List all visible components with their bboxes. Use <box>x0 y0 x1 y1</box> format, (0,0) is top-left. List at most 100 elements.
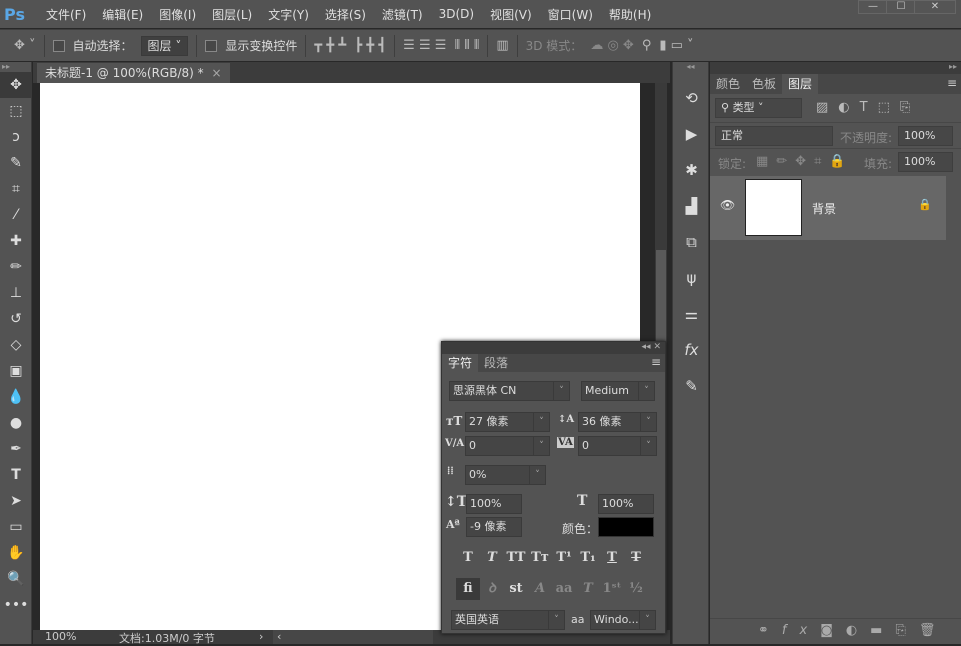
dodge-tool-icon[interactable]: ● <box>0 410 32 436</box>
tab-swatches[interactable]: 色板 <box>746 74 782 94</box>
adjustments-icon[interactable]: ⚌ <box>673 296 710 332</box>
minimize-button[interactable]: — <box>858 0 888 14</box>
menu-window[interactable]: 窗口(W) <box>540 6 601 23</box>
workspace-icon[interactable]: ▮ ▭ ˅ <box>659 38 693 53</box>
gradient-tool-icon[interactable]: ▣ <box>0 358 32 384</box>
pen-tool-icon[interactable]: ✒ <box>0 436 32 462</box>
strikethrough-button[interactable]: T <box>624 550 648 565</box>
rectangle-tool-icon[interactable]: ▭ <box>0 514 32 540</box>
ordinals-button[interactable]: 1ˢᵗ <box>600 581 624 596</box>
font-family-dropdown[interactable]: 思源黑体 CN˅ <box>449 381 570 401</box>
auto-select-checkbox[interactable] <box>53 40 65 52</box>
lock-options-icons[interactable]: ▦✏✥⌗🔒 <box>756 154 854 169</box>
brush-tool-icon[interactable]: ✏ <box>0 254 32 280</box>
mask-icon[interactable]: ◙ <box>820 623 846 638</box>
panel-menu-icon[interactable]: ≡ <box>947 76 957 90</box>
titling-alternates-button[interactable]: T <box>576 581 600 596</box>
styles-fx-icon[interactable]: fx <box>673 332 710 368</box>
all-caps-button[interactable]: TT <box>504 550 528 565</box>
underline-button[interactable]: T <box>600 550 624 565</box>
faux-italic-button[interactable]: T <box>480 550 504 565</box>
collapse-icon[interactable]: ▸▸ <box>0 62 31 72</box>
3d-icon[interactable]: ⧉ <box>673 224 710 260</box>
expand-icon[interactable]: ▸▸ <box>710 62 961 74</box>
color-swatch[interactable] <box>598 517 654 537</box>
tab-character[interactable]: 字符 <box>442 354 478 372</box>
link-icon[interactable]: ⚭ <box>758 623 782 638</box>
move-tool-icon[interactable]: ✥ <box>0 72 32 98</box>
ligatures-button[interactable]: fi <box>456 578 480 600</box>
histogram-icon[interactable]: ▟ <box>673 188 710 224</box>
more-tools-icon[interactable]: ••• <box>0 592 32 618</box>
kerning-input[interactable]: 0˅ <box>465 436 550 456</box>
menu-3d[interactable]: 3D(D) <box>431 7 482 21</box>
move-tool-icon[interactable]: ✥ ˅ <box>14 38 36 53</box>
panel-menu-icon[interactable]: ≡ <box>651 355 661 369</box>
eyedropper-tool-icon[interactable]: ⁄ <box>0 202 32 228</box>
menu-help[interactable]: 帮助(H) <box>601 6 659 23</box>
blur-tool-icon[interactable]: 💧 <box>0 384 32 410</box>
font-style-dropdown[interactable]: Medium˅ <box>581 381 655 401</box>
3d-controls-icon[interactable]: ☁ ◎ ✥ <box>590 38 634 53</box>
menu-view[interactable]: 视图(V) <box>482 6 540 23</box>
folder-icon[interactable]: ▬ <box>870 623 895 638</box>
healing-tool-icon[interactable]: ✚ <box>0 228 32 254</box>
vertical-scale-input[interactable]: 100% <box>466 494 522 514</box>
small-caps-button[interactable]: Tт <box>528 550 552 565</box>
opacity-input[interactable]: 100% <box>898 126 953 146</box>
close-panel-icon[interactable]: ✕ <box>653 342 661 352</box>
actions-play-icon[interactable]: ▶ <box>673 116 710 152</box>
document-tab[interactable]: 未标题-1 @ 100%(RGB/8) * × <box>37 63 230 83</box>
marquee-tool-icon[interactable]: ⬚ <box>0 98 32 124</box>
search-icon[interactable]: ⚲ <box>642 38 652 53</box>
fx-icon[interactable]: fx <box>782 623 820 638</box>
collapse-icon[interactable]: ◂◂ <box>642 342 651 352</box>
close-tab-icon[interactable]: × <box>211 66 221 80</box>
zoom-tool-icon[interactable]: 🔍 <box>0 566 32 592</box>
menu-layer[interactable]: 图层(L) <box>204 6 260 23</box>
filter-icons[interactable]: ▨◐T⬚⎘ <box>816 100 920 115</box>
quick-select-tool-icon[interactable]: ✎ <box>0 150 32 176</box>
show-transform-checkbox[interactable] <box>205 40 217 52</box>
tab-color[interactable]: 颜色 <box>710 74 746 94</box>
font-size-input[interactable]: 27 像素˅ <box>465 412 550 432</box>
type-tool-icon[interactable]: T <box>0 462 32 488</box>
tracking-input[interactable]: 0˅ <box>578 436 657 456</box>
collapse-icon[interactable]: ◂◂ <box>673 62 708 80</box>
horizontal-scale-input[interactable]: 100% <box>598 494 654 514</box>
discretionary-ligatures-button[interactable]: st <box>504 581 528 596</box>
history-icon[interactable]: ⟲ <box>673 80 710 116</box>
subscript-button[interactable]: T₁ <box>576 550 600 565</box>
language-dropdown[interactable]: 英国英语˅ <box>451 610 565 630</box>
superscript-button[interactable]: T¹ <box>552 550 576 565</box>
auto-align-icon[interactable]: ▥ <box>496 38 508 53</box>
menu-image[interactable]: 图像(I) <box>151 6 204 23</box>
menu-type[interactable]: 文字(Y) <box>260 6 317 23</box>
scrollbar-thumb[interactable] <box>656 250 666 350</box>
blend-mode-dropdown[interactable]: 正常 <box>715 126 833 146</box>
character-panel-icon[interactable]: ✎ <box>673 368 710 404</box>
menu-filter[interactable]: 滤镜(T) <box>374 6 431 23</box>
crop-tool-icon[interactable]: ⌗ <box>0 176 32 202</box>
menu-select[interactable]: 选择(S) <box>317 6 374 23</box>
stylistic-alternates-button[interactable]: aa <box>552 581 576 596</box>
align-buttons-icon[interactable]: ┳ ╋ ┻ ┣ ╋ ┫ <box>314 38 386 53</box>
stamp-tool-icon[interactable]: ⊥ <box>0 280 32 306</box>
maximize-button[interactable]: ☐ <box>886 0 916 14</box>
lasso-tool-icon[interactable]: ↄ <box>0 124 32 150</box>
fractions-button[interactable]: ½ <box>624 581 648 596</box>
visibility-eye-icon[interactable]: 👁 <box>720 198 735 212</box>
new-layer-icon[interactable]: ⎘ <box>895 623 918 638</box>
auto-select-dropdown[interactable]: 图层 ˅ <box>141 36 189 56</box>
antialias-dropdown[interactable]: Windo...˅ <box>590 610 656 630</box>
tsume-input[interactable]: 0%˅ <box>465 465 546 485</box>
menu-edit[interactable]: 编辑(E) <box>94 6 151 23</box>
hand-tool-icon[interactable]: ✋ <box>0 540 32 566</box>
path-select-tool-icon[interactable]: ➤ <box>0 488 32 514</box>
zoom-level[interactable]: 100% <box>45 630 76 643</box>
tab-paragraph[interactable]: 段落 <box>478 354 514 372</box>
layer-row[interactable]: 👁 背景 🔒 <box>710 176 946 240</box>
baseline-shift-input[interactable]: -9 像素 <box>466 517 522 537</box>
status-menu-arrow[interactable]: › <box>259 630 263 643</box>
history-brush-icon[interactable]: ↺ <box>0 306 32 332</box>
